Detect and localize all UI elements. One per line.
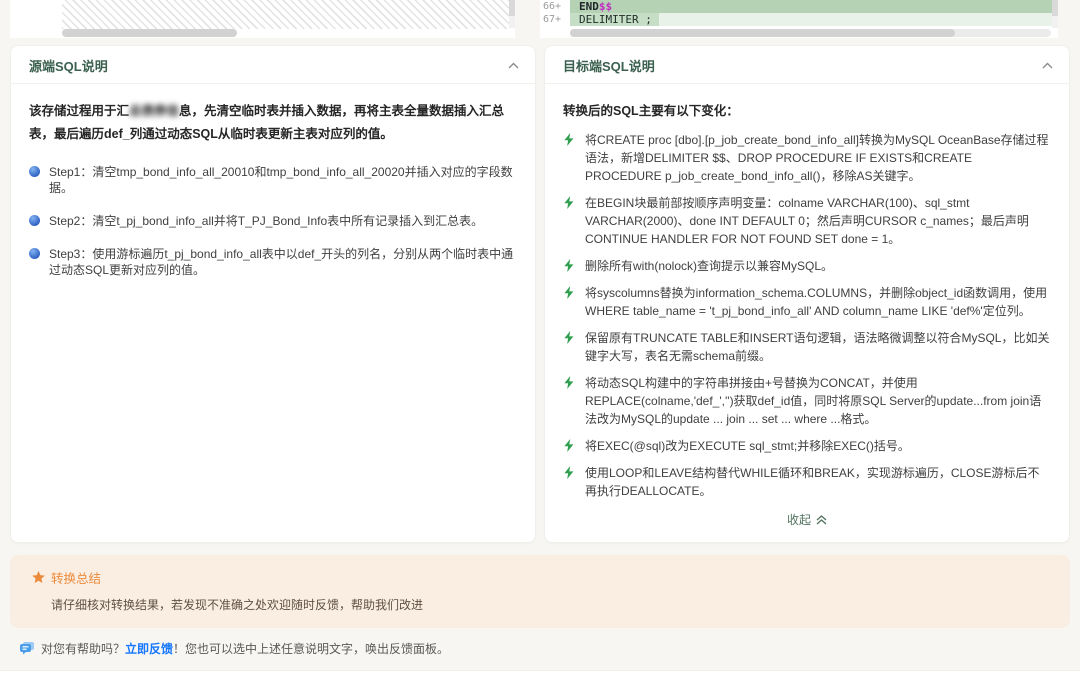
source-horizontal-scrollbar (62, 29, 509, 37)
collapse-label: 收起 (787, 511, 811, 528)
step-text: Step1：清空tmp_bond_info_all_20010和tmp_bond… (49, 164, 517, 196)
steps-list: Step1：清空tmp_bond_info_all_20010和tmp_bond… (29, 164, 517, 295)
change-item[interactable]: 使用LOOP和LEAVE结构替代WHILE循环和BREAK，实现游标遍历，CLO… (563, 464, 1051, 500)
target-sql-panel: 目标端SQL说明 转换后的SQL主要有以下变化： 将CREATE proc [d… (544, 45, 1070, 543)
step-item[interactable]: Step1：清空tmp_bond_info_all_20010和tmp_bond… (29, 164, 517, 196)
chevron-up-icon[interactable] (1042, 62, 1053, 69)
target-code-pane: 66+ END$$ 67+ DELIMITER ; (540, 0, 1058, 38)
summary-title: 转换总结 (51, 568, 101, 587)
change-text: 在BEGIN块最前部按顺序声明变量：colname VARCHAR(100)、s… (585, 194, 1051, 248)
summary-body: 请仔细核对转换结果，若发现不准确之处欢迎随时反馈，帮助我们改进 (51, 596, 1050, 613)
lightning-icon (563, 133, 575, 146)
change-item[interactable]: 保留原有TRUNCATE TABLE和INSERT语句逻辑，语法略微调整以符合M… (563, 329, 1051, 365)
bottom-strip (0, 670, 1080, 682)
feedback-prefix: 对您有帮助吗？ (41, 642, 125, 656)
change-text: 将syscolumns替换为information_schema.COLUMNS… (585, 284, 1051, 320)
target-vertical-scrollbar-thumb[interactable] (1052, 0, 1058, 16)
change-text: 将动态SQL构建中的字符串拼接由+号替换为CONCAT，并使用REPLACE(c… (585, 374, 1051, 428)
chat-bubble-icon (20, 642, 34, 655)
change-text: 保留原有TRUNCATE TABLE和INSERT语句逻辑，语法略微调整以符合M… (585, 329, 1051, 365)
line-number: 67+ (540, 13, 570, 26)
summary-title-row: 转换总结 (32, 568, 1050, 587)
sphere-bullet-icon (29, 166, 40, 177)
change-item[interactable]: 将syscolumns替换为information_schema.COLUMNS… (563, 284, 1051, 320)
collapse-button[interactable]: 收起 (563, 511, 1051, 528)
lightning-icon (563, 466, 575, 479)
change-item[interactable]: 在BEGIN块最前部按顺序声明变量：colname VARCHAR(100)、s… (563, 194, 1051, 248)
change-text: 使用LOOP和LEAVE结构替代WHILE循环和BREAK，实现游标遍历，CLO… (585, 464, 1051, 500)
feedback-suffix: ！您也可以选中上述任意说明文字，唤出反馈面板。 (173, 642, 449, 656)
feedback-link[interactable]: 立即反馈 (125, 642, 173, 656)
chevron-up-icon[interactable] (508, 62, 519, 69)
change-item[interactable]: 将动态SQL构建中的字符串拼接由+号替换为CONCAT，并使用REPLACE(c… (563, 374, 1051, 428)
lightning-icon (563, 376, 575, 389)
step-item[interactable]: Step2：清空t_pj_bond_info_all并将T_PJ_Bond_In… (29, 213, 517, 229)
target-panel-body: 转换后的SQL主要有以下变化： 将CREATE proc [dbo].[p_jo… (545, 84, 1069, 542)
target-vertical-scrollbar (1052, 0, 1058, 28)
sphere-bullet-icon (29, 215, 40, 226)
change-item[interactable]: 将EXEC(@sql)改为EXECUTE sql_stmt;并移除EXEC()括… (563, 437, 1051, 455)
target-horizontal-scrollbar (570, 29, 1051, 37)
lightning-icon (563, 286, 575, 299)
source-code-pane (10, 0, 515, 38)
change-text: 删除所有with(nolock)查询提示以兼容MySQL。 (585, 257, 833, 275)
code-token-highlight: DELIMITER ; (570, 13, 659, 26)
source-intro: 该存储过程用于汇总债券信息，先清空临时表并插入数据，再将主表全量数据插入汇总表，… (29, 100, 517, 146)
step-text: Step2：清空t_pj_bond_info_all并将T_PJ_Bond_In… (49, 213, 483, 229)
code-line-67: 67+ DELIMITER ; (540, 13, 1058, 26)
lightning-icon (563, 196, 575, 209)
source-vertical-scrollbar-thumb[interactable] (509, 0, 515, 16)
target-horizontal-scrollbar-thumb[interactable] (570, 29, 955, 37)
change-item[interactable]: 将CREATE proc [dbo].[p_job_create_bond_in… (563, 131, 1051, 185)
lightning-icon (563, 439, 575, 452)
target-intro: 转换后的SQL主要有以下变化： (563, 100, 1051, 119)
line-number: 66+ (540, 0, 570, 13)
explanation-cards: 源端SQL说明 该存储过程用于汇总债券信息，先清空临时表并插入数据，再将主表全量… (0, 45, 1080, 543)
source-horizontal-scrollbar-thumb[interactable] (62, 29, 237, 37)
source-vertical-scrollbar (509, 0, 515, 28)
code-delimiter-sigil: $$ (599, 0, 612, 13)
redacted-text: 总债券信 (129, 104, 179, 118)
change-item[interactable]: 删除所有with(nolock)查询提示以兼容MySQL。 (563, 257, 1051, 275)
lightning-icon (563, 331, 575, 344)
step-text: Step3：使用游标遍历t_pj_bond_info_all表中以def_开头的… (49, 246, 517, 278)
feedback-row: 对您有帮助吗？立即反馈！您也可以选中上述任意说明文字，唤出反馈面板。 (0, 628, 1080, 657)
target-panel-header: 目标端SQL说明 (545, 46, 1069, 84)
source-panel-header: 源端SQL说明 (11, 46, 535, 84)
step-item[interactable]: Step3：使用游标遍历t_pj_bond_info_all表中以def_开头的… (29, 246, 517, 278)
star-badge-icon (32, 571, 45, 584)
source-sql-panel: 源端SQL说明 该存储过程用于汇总债券信息，先清空临时表并插入数据，再将主表全量… (10, 45, 536, 543)
target-panel-title: 目标端SQL说明 (563, 56, 655, 75)
source-panel-title: 源端SQL说明 (29, 56, 108, 75)
code-line-66: 66+ END$$ (540, 0, 1058, 13)
intro-text: 该存储过程用于汇 (29, 104, 129, 118)
double-chevron-up-icon (816, 515, 827, 525)
diff-empty-placeholder (62, 0, 509, 29)
sphere-bullet-icon (29, 248, 40, 259)
code-keyword: END (579, 0, 599, 13)
change-text: 将CREATE proc [dbo].[p_job_create_bond_in… (585, 131, 1051, 185)
changes-list: 将CREATE proc [dbo].[p_job_create_bond_in… (563, 131, 1051, 509)
change-text: 将EXEC(@sql)改为EXECUTE sql_stmt;并移除EXEC()括… (585, 437, 910, 455)
source-panel-body: 该存储过程用于汇总债券信息，先清空临时表并插入数据，再将主表全量数据插入汇总表，… (11, 84, 535, 542)
conversion-summary-panel: 转换总结 请仔细核对转换结果，若发现不准确之处欢迎随时反馈，帮助我们改进 (10, 555, 1070, 628)
diff-editor-strip: 66+ END$$ 67+ DELIMITER ; (0, 0, 1080, 38)
lightning-icon (563, 259, 575, 272)
